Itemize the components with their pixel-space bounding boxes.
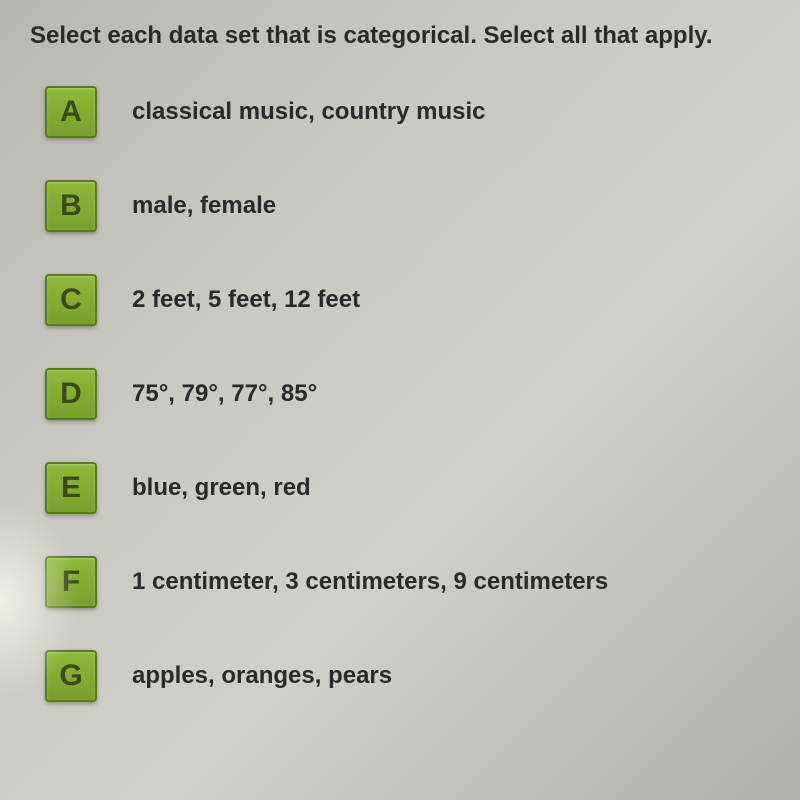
- option-row-b: B male, female: [45, 180, 770, 232]
- option-text-a: classical music, country music: [132, 98, 486, 126]
- option-row-f: F 1 centimeter, 3 centimeters, 9 centime…: [45, 556, 770, 608]
- option-text-b: male, female: [132, 192, 276, 220]
- option-text-g: apples, oranges, pears: [132, 662, 392, 690]
- option-row-d: D 75°, 79°, 77°, 85°: [45, 368, 770, 420]
- option-button-d[interactable]: D: [45, 368, 97, 420]
- option-text-d: 75°, 79°, 77°, 85°: [132, 380, 317, 408]
- option-row-a: A classical music, country music: [45, 86, 770, 138]
- option-text-e: blue, green, red: [132, 474, 311, 502]
- option-row-c: C 2 feet, 5 feet, 12 feet: [45, 274, 770, 326]
- option-button-f[interactable]: F: [45, 556, 97, 608]
- option-button-a[interactable]: A: [45, 86, 97, 138]
- option-row-e: E blue, green, red: [45, 462, 770, 514]
- option-button-c[interactable]: C: [45, 274, 97, 326]
- option-row-g: G apples, oranges, pears: [45, 650, 770, 702]
- option-text-c: 2 feet, 5 feet, 12 feet: [132, 286, 360, 314]
- option-text-f: 1 centimeter, 3 centimeters, 9 centimete…: [132, 568, 608, 596]
- option-button-b[interactable]: B: [45, 180, 97, 232]
- option-button-g[interactable]: G: [45, 650, 97, 702]
- options-list: A classical music, country music B male,…: [30, 86, 770, 702]
- question-prompt: Select each data set that is categorical…: [30, 20, 770, 51]
- option-button-e[interactable]: E: [45, 462, 97, 514]
